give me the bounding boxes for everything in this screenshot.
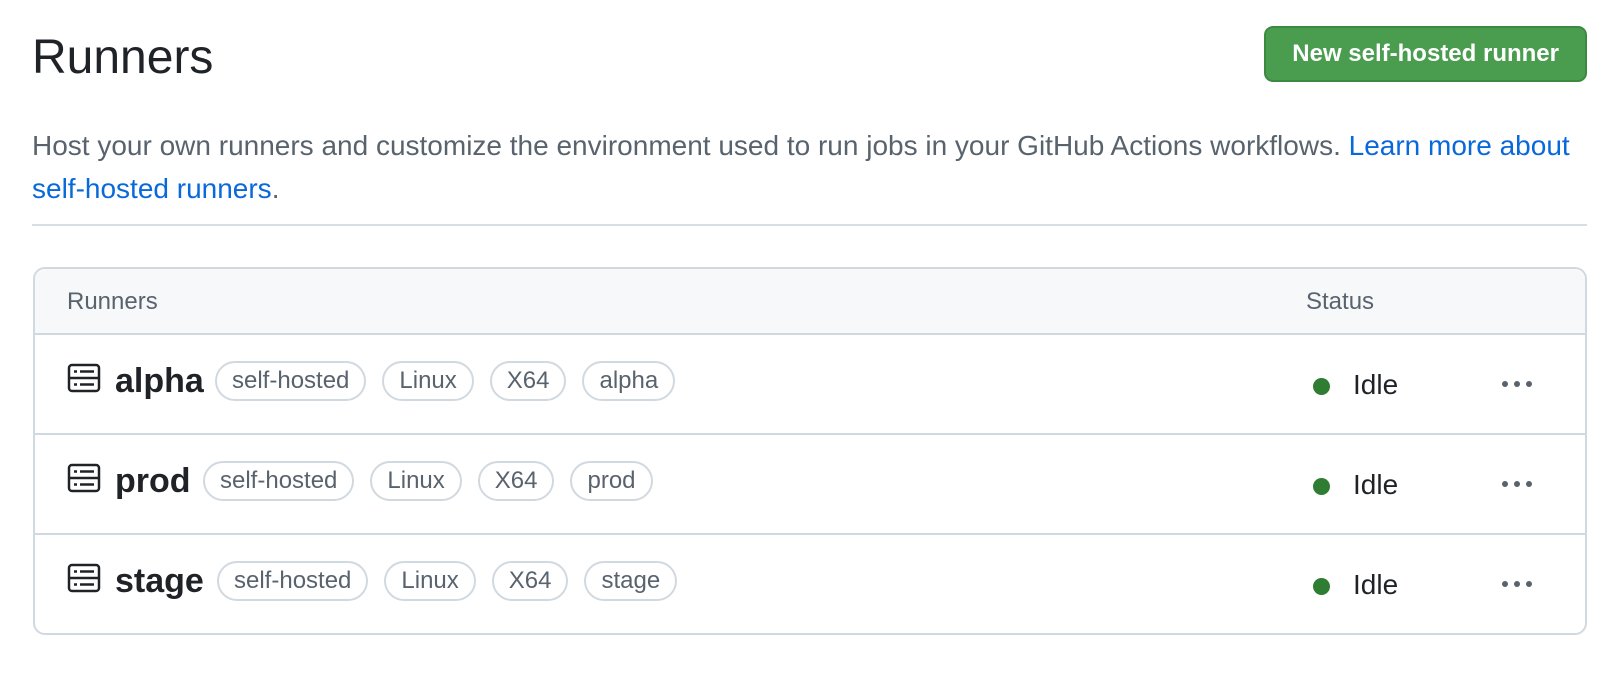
runner-label: X64 — [491, 561, 569, 601]
table-row: alpha self-hosted Linux X64 alpha Idle — [35, 335, 1585, 435]
status-dot-icon — [1313, 378, 1330, 395]
page-title: Runners — [32, 31, 214, 84]
runner-label: X64 — [489, 361, 567, 401]
runner-label: self-hosted — [217, 561, 369, 601]
runner-labels: self-hosted Linux X64 stage — [217, 561, 678, 601]
runner-label: self-hosted — [215, 361, 367, 401]
new-self-hosted-runner-button[interactable]: New self-hosted runner — [1264, 26, 1587, 82]
runner-label: X64 — [477, 461, 555, 501]
server-icon — [67, 563, 101, 593]
runner-name-link[interactable]: stage — [115, 561, 204, 601]
runner-label: stage — [584, 561, 678, 601]
runner-status: Idle — [1353, 469, 1399, 500]
kebab-horizontal-icon[interactable] — [1495, 467, 1539, 501]
status-dot-icon — [1313, 578, 1330, 595]
runner-label: prod — [570, 461, 653, 501]
table-header: Runners Status — [35, 269, 1585, 335]
runner-status: Idle — [1353, 369, 1399, 400]
runner-status: Idle — [1353, 569, 1399, 600]
runner-name-link[interactable]: prod — [115, 461, 191, 501]
table-row: prod self-hosted Linux X64 prod Idle — [35, 435, 1585, 535]
server-icon — [67, 363, 101, 393]
description-text: Host your own runners and customize the … — [32, 130, 1349, 161]
runner-label: Linux — [370, 461, 462, 501]
page-description: Host your own runners and customize the … — [32, 124, 1592, 210]
kebab-horizontal-icon[interactable] — [1495, 567, 1539, 601]
kebab-horizontal-icon[interactable] — [1495, 367, 1539, 401]
section-divider — [32, 224, 1587, 226]
runner-label: self-hosted — [203, 461, 355, 501]
column-header-runners: Runners — [67, 288, 158, 315]
page-header: Runners New self-hosted runner — [32, 26, 1587, 84]
runners-table: Runners Status alpha self-hosted Linux X… — [33, 267, 1587, 635]
runner-labels: self-hosted Linux X64 alpha — [215, 361, 676, 401]
runner-label: alpha — [582, 361, 676, 401]
description-trailing: . — [271, 173, 280, 204]
table-row: stage self-hosted Linux X64 stage Idle — [35, 535, 1585, 633]
column-header-status: Status — [1306, 288, 1375, 315]
runner-labels: self-hosted Linux X64 prod — [203, 461, 653, 501]
status-dot-icon — [1313, 478, 1330, 495]
runner-label: Linux — [384, 561, 476, 601]
runner-name-link[interactable]: alpha — [115, 361, 204, 401]
runner-label: Linux — [382, 361, 474, 401]
server-icon — [67, 463, 101, 493]
